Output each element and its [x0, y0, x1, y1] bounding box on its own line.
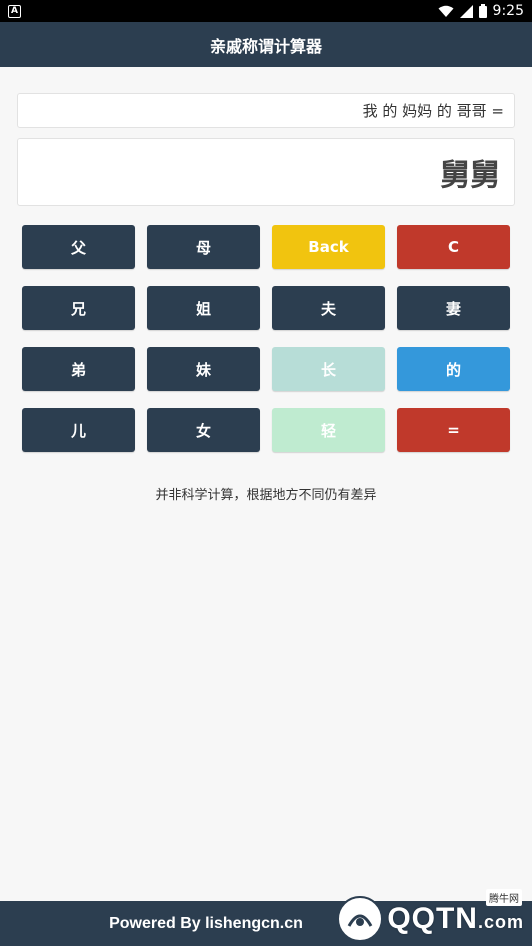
key-father[interactable]: 父	[22, 225, 135, 269]
key-elder-brother[interactable]: 兄	[22, 286, 135, 330]
result-display: 舅舅	[17, 138, 515, 206]
battery-icon	[478, 4, 487, 18]
page-title: 亲戚称谓计算器	[209, 36, 322, 56]
signal-icon	[459, 4, 473, 18]
keypad: 父 母 Back C 兄 姐 夫 妻 弟 妹 长 的 儿 女 轻 =	[22, 225, 510, 452]
key-younger-brother[interactable]: 弟	[22, 347, 135, 391]
status-icons: 9:25	[438, 3, 524, 19]
disclaimer-note: 并非科学计算，根据地方不同仍有差异	[155, 488, 377, 503]
key-equals[interactable]: =	[397, 408, 510, 452]
footer-text: Powered By lishengcn.cn	[109, 914, 303, 932]
key-husband[interactable]: 夫	[272, 286, 385, 330]
key-clear[interactable]: C	[397, 225, 510, 269]
key-younger[interactable]: 轻	[272, 408, 385, 452]
key-elder-sister[interactable]: 姐	[147, 286, 260, 330]
status-bar: A 9:25	[0, 0, 532, 22]
result-text: 舅舅	[440, 158, 500, 193]
watermark-text: QQTN.com	[387, 902, 524, 936]
expression-text: 我 的 妈妈 的 哥哥 =	[362, 102, 504, 120]
key-daughter[interactable]: 女	[147, 408, 260, 452]
key-elder[interactable]: 长	[272, 347, 385, 391]
key-back[interactable]: Back	[272, 225, 385, 269]
watermark-logo-icon	[337, 896, 384, 942]
watermark-tag: 腾牛网	[486, 889, 522, 906]
notification-icon: A	[8, 4, 21, 18]
status-time: 9:25	[492, 3, 524, 19]
app-header: 亲戚称谓计算器	[0, 22, 532, 67]
key-younger-sister[interactable]: 妹	[147, 347, 260, 391]
watermark-suffix: .com	[477, 912, 524, 932]
watermark: QQTN.com 腾牛网	[337, 889, 524, 943]
key-wife[interactable]: 妻	[397, 286, 510, 330]
key-son[interactable]: 儿	[22, 408, 135, 452]
wifi-icon	[438, 5, 454, 17]
key-mother[interactable]: 母	[147, 225, 260, 269]
watermark-brand: QQTN	[387, 902, 478, 935]
key-of[interactable]: 的	[397, 347, 510, 391]
expression-display: 我 的 妈妈 的 哥哥 =	[17, 93, 515, 128]
